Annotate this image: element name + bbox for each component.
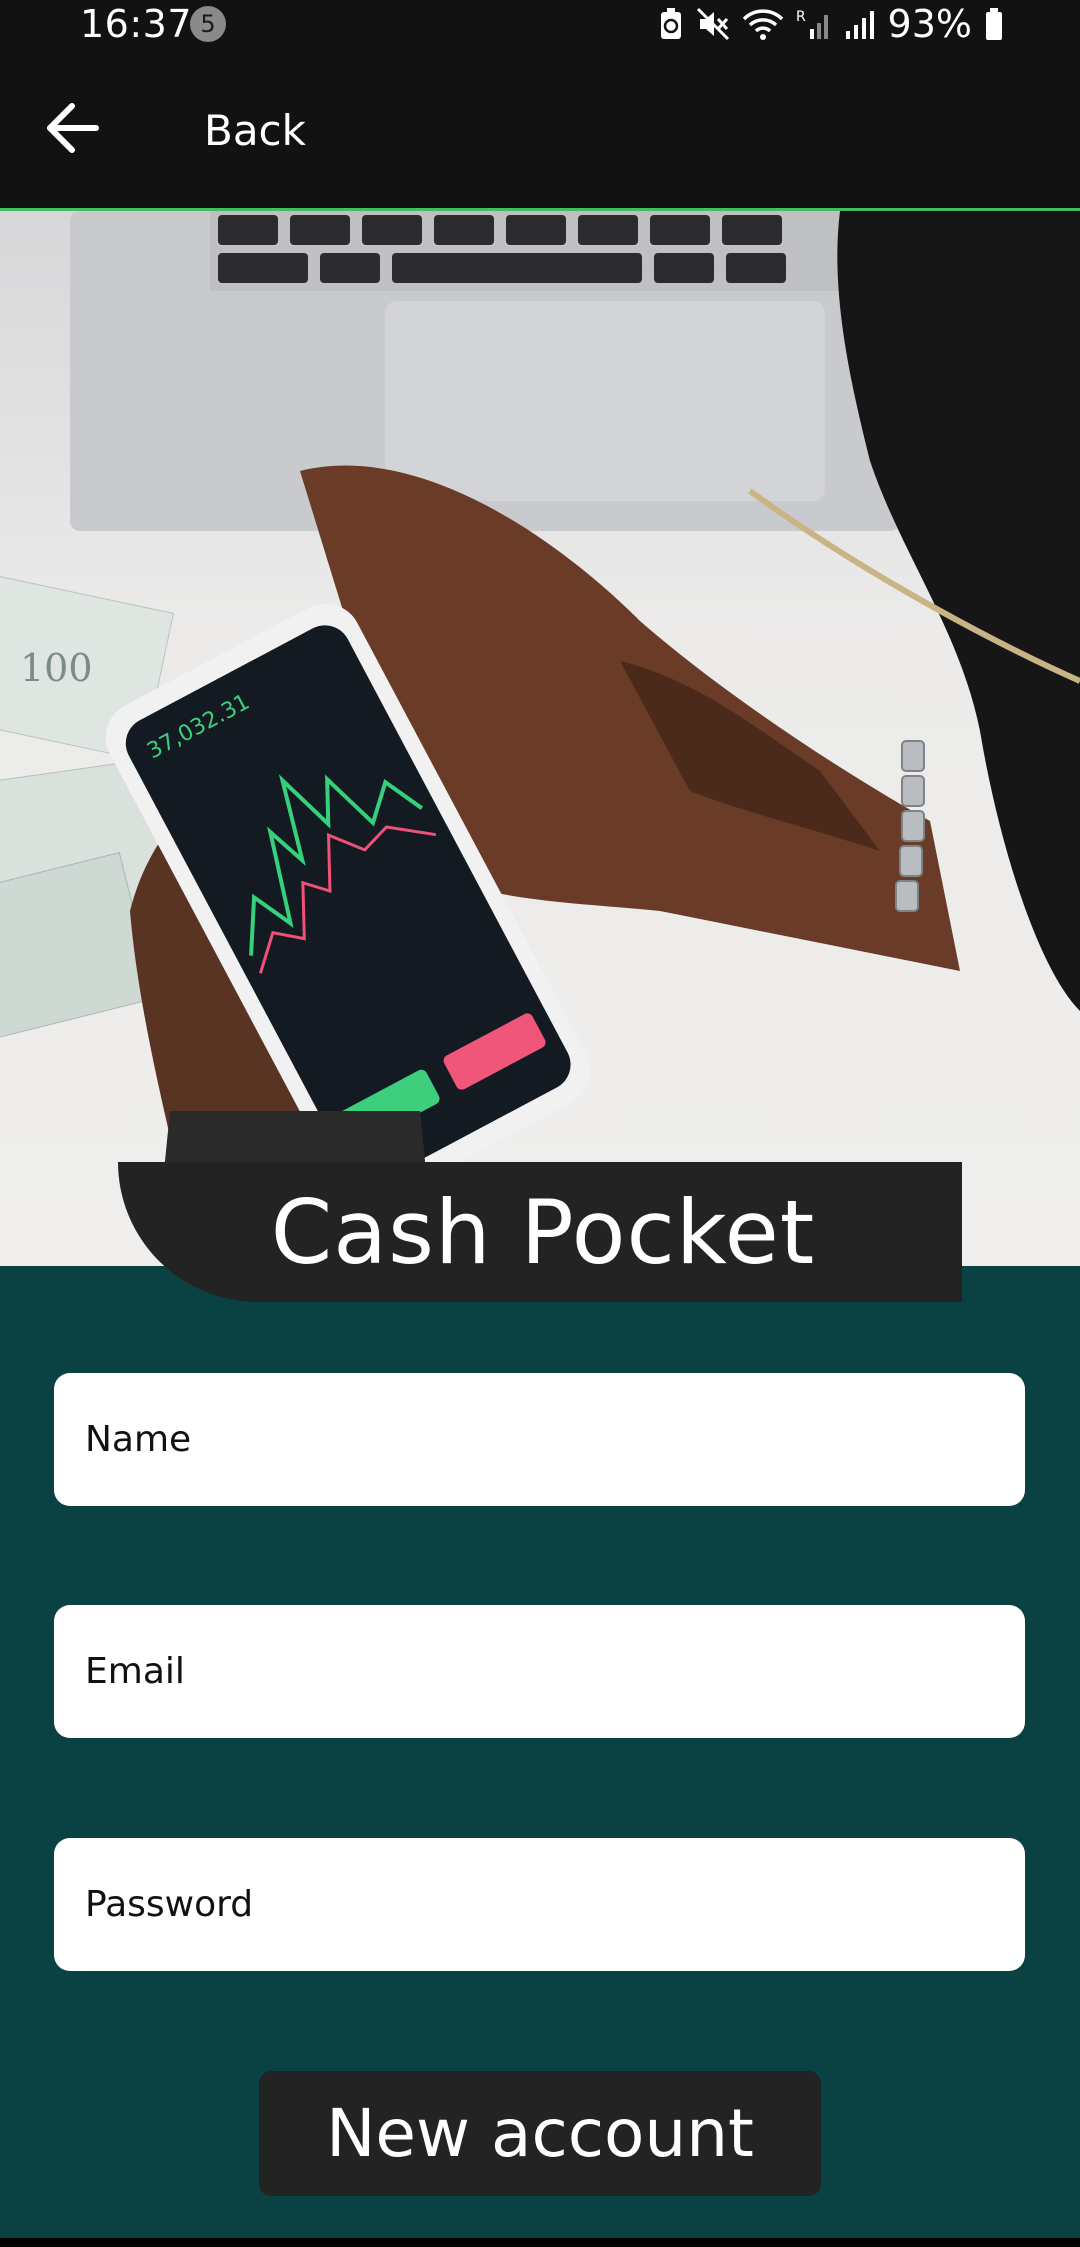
app-bar: Back	[0, 48, 1080, 211]
notification-count-badge: 5	[190, 6, 226, 42]
svg-text:R: R	[796, 9, 806, 25]
battery-icon	[984, 7, 1004, 41]
name-field-container	[54, 1373, 1025, 1506]
status-bar: 16:37 5 R 93%	[0, 0, 1080, 48]
battery-saver-icon	[658, 7, 684, 41]
signal-roaming-icon: R	[796, 7, 832, 41]
mute-icon	[696, 7, 730, 41]
back-label[interactable]: Back	[204, 106, 306, 156]
status-time: 16:37	[80, 2, 193, 46]
name-input[interactable]	[83, 1418, 1025, 1461]
email-field-container	[54, 1605, 1025, 1738]
password-field-container	[54, 1838, 1025, 1971]
svg-text:100: 100	[20, 646, 93, 690]
new-account-button[interactable]: New account	[259, 2071, 821, 2196]
app-title-banner: Cash Pocket	[118, 1162, 962, 1302]
navigation-bar-strip	[0, 2238, 1080, 2247]
battery-percent: 93%	[887, 2, 972, 46]
email-input[interactable]	[83, 1650, 1025, 1693]
app-title: Cash Pocket	[270, 1180, 816, 1284]
status-icons: R 93%	[658, 0, 1004, 48]
arrow-left-icon[interactable]	[42, 100, 102, 156]
password-input[interactable]	[83, 1883, 1025, 1926]
hero-image: 100 37,032.31	[0, 211, 1080, 1266]
wifi-icon	[742, 7, 784, 41]
signal-icon	[844, 7, 876, 41]
